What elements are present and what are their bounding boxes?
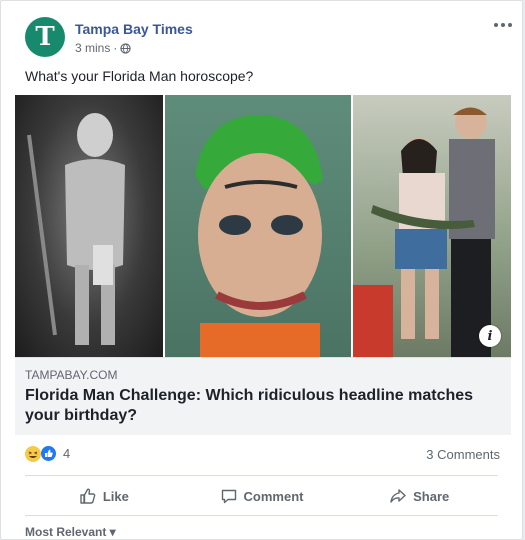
reactions-summary[interactable]: 4 <box>25 445 70 462</box>
like-button[interactable]: Like <box>25 479 183 513</box>
post-timestamp[interactable]: 3 mins <box>75 41 110 55</box>
meta-separator: · <box>113 41 118 55</box>
link-title[interactable]: Florida Man Challenge: Which ridiculous … <box>25 386 495 426</box>
like-label: Like <box>102 488 129 504</box>
feed-post-card: T Tampa Bay Times 3 mins · What's your F… <box>0 0 523 540</box>
reaction-count: 4 <box>63 446 71 461</box>
photo-man-night-camera <box>15 95 163 357</box>
share-button[interactable]: Share <box>340 479 498 513</box>
comment-icon <box>221 489 236 504</box>
post-meta: 3 mins · <box>75 41 132 55</box>
share-label: Share <box>413 488 450 504</box>
share-icon <box>390 489 406 503</box>
globe-icon <box>120 42 132 54</box>
haha-reaction-icon <box>25 445 41 462</box>
photo-joker-face-mugshot <box>165 95 351 357</box>
avatar-letter: T <box>35 22 55 52</box>
thumbs-up-icon <box>80 488 96 504</box>
comment-button[interactable]: Comment <box>183 479 341 513</box>
link-image-collage[interactable]: i <box>15 95 511 357</box>
info-icon[interactable]: i <box>479 325 501 347</box>
post-header: T Tampa Bay Times 3 mins · <box>15 15 512 59</box>
more-options-icon[interactable] <box>494 19 514 31</box>
photo-couple-with-alligator <box>353 95 511 357</box>
like-reaction-icon <box>40 445 57 462</box>
comments-count-link[interactable]: 3 Comments <box>426 447 500 462</box>
comments-sort-dropdown[interactable]: Most Relevant ▾ <box>25 525 116 539</box>
post-actions-bar: Like Comment Share <box>25 479 498 513</box>
page-avatar[interactable]: T <box>25 17 65 57</box>
divider <box>25 475 498 476</box>
link-domain: TAMPABAY.COM <box>25 368 118 382</box>
divider <box>25 515 498 516</box>
comment-label: Comment <box>243 488 304 504</box>
post-text: What's your Florida Man horoscope? <box>25 68 254 84</box>
link-preview[interactable]: TAMPABAY.COM Florida Man Challenge: Whic… <box>15 357 511 435</box>
page-name-link[interactable]: Tampa Bay Times <box>75 21 193 37</box>
